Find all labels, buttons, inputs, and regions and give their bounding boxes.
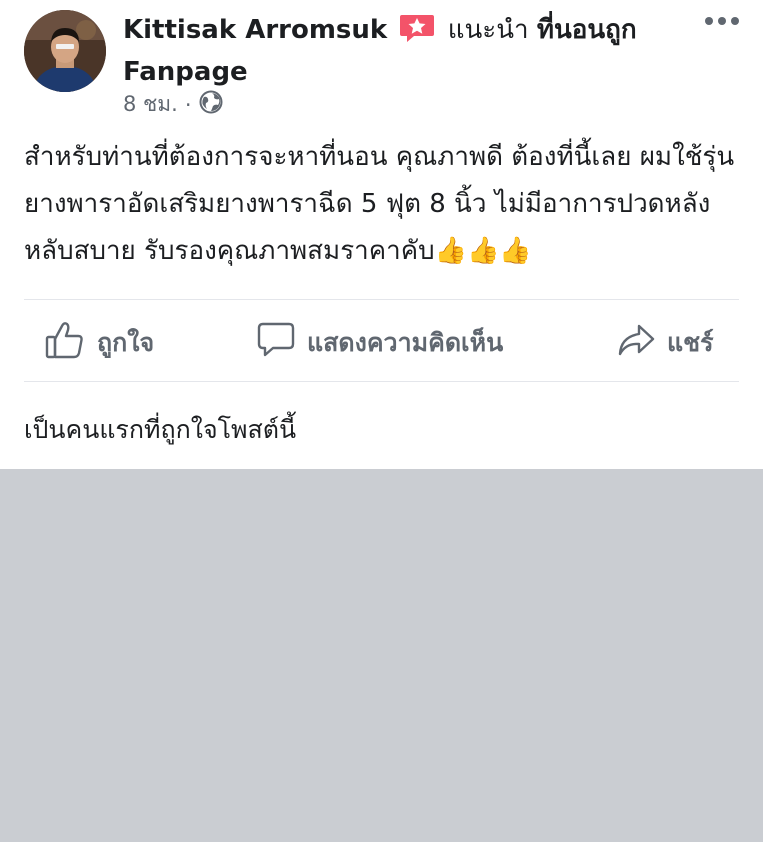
avatar-image: [24, 10, 106, 92]
feed-background: [0, 469, 763, 842]
post-body: สำหรับท่านที่ต้องการจะหาที่นอน คุณภาพดี …: [24, 134, 744, 275]
like-button[interactable]: ถูกใจ: [45, 320, 154, 366]
divider-bottom: [24, 381, 739, 382]
share-arrow-icon: [617, 320, 655, 366]
post-header: Kittisak Arromsuk แนะนำ ที่นอนถูก Fanpag…: [123, 12, 683, 91]
thumbs-up-icon: [45, 320, 85, 366]
avatar[interactable]: [24, 10, 106, 92]
thumbs-up-emoji: 👍👍👍: [434, 236, 532, 266]
action-verb: แนะนำ: [447, 15, 529, 45]
like-button-label: ถูกใจ: [97, 328, 155, 357]
post-text: สำหรับท่านที่ต้องการจะหาที่นอน คุณภาพดี …: [24, 142, 735, 266]
meta-separator: ·: [184, 92, 192, 117]
more-options-icon[interactable]: [705, 17, 739, 25]
globe-icon[interactable]: [199, 90, 223, 119]
post-card: Kittisak Arromsuk แนะนำ ที่นอนถูก Fanpag…: [0, 0, 763, 469]
author-name[interactable]: Kittisak Arromsuk: [123, 15, 387, 45]
comment-button-label: แสดงความคิดเห็น: [307, 328, 504, 357]
divider-top: [24, 299, 739, 300]
share-button-label: แชร์: [667, 328, 714, 357]
post-timestamp[interactable]: 8 ชม.: [123, 88, 178, 121]
post-meta: 8 ชม. ·: [123, 88, 223, 121]
first-like-prompt[interactable]: เป็นคนแรกที่ถูกใจโพสต์นี้: [24, 410, 296, 450]
comment-button[interactable]: แสดงความคิดเห็น: [257, 320, 503, 366]
share-button[interactable]: แชร์: [617, 320, 714, 366]
comment-bubble-icon: [257, 320, 295, 366]
star-speech-bubble-icon: [399, 13, 435, 54]
